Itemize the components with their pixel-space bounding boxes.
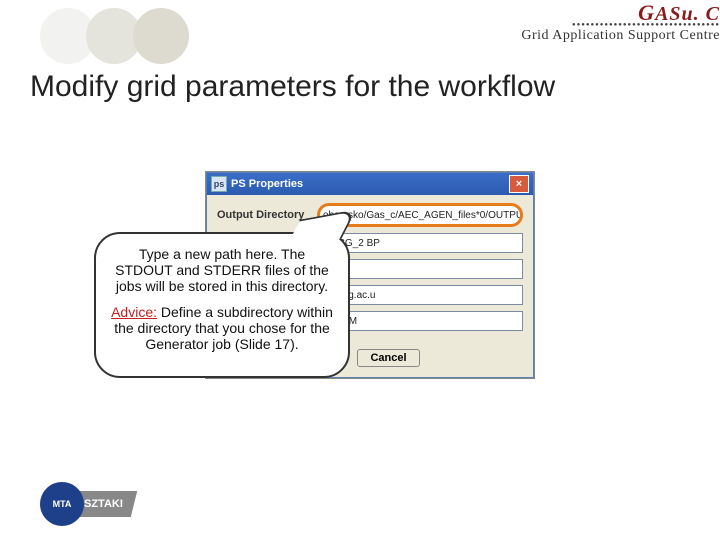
page-title: Modify grid parameters for the workflow: [30, 70, 555, 104]
row-output-directory: Output Directory oba.asko/Gas_c/AEC_AGEN…: [217, 203, 523, 227]
dialog-title: PS Properties: [231, 178, 303, 190]
advice-label: Advice:: [111, 304, 157, 320]
dialog-icon: ps: [211, 176, 227, 192]
dialog-titlebar[interactable]: ps PS Properties ×: [207, 173, 533, 195]
logo-subtitle: Grid Application Support Centre: [480, 28, 720, 44]
circle-3: [133, 8, 189, 64]
header-logo: GGASu. CASu. C ●●●●●●●●●●●●●●●●●●●●●●●●●…: [480, 0, 720, 60]
bottom-logo: MTA SZTAKI: [40, 482, 134, 526]
cancel-button[interactable]: Cancel: [357, 349, 419, 367]
callout-text-2: Advice: Define a subdirectory within the…: [110, 304, 334, 352]
background-circles: [40, 8, 175, 69]
close-button[interactable]: ×: [509, 175, 529, 193]
callout-box: Type a new path here. The STDOUT and STD…: [94, 232, 350, 378]
callout-text-1: Type a new path here. The STDOUT and STD…: [110, 246, 334, 294]
logo-mta: MTA: [40, 482, 84, 526]
